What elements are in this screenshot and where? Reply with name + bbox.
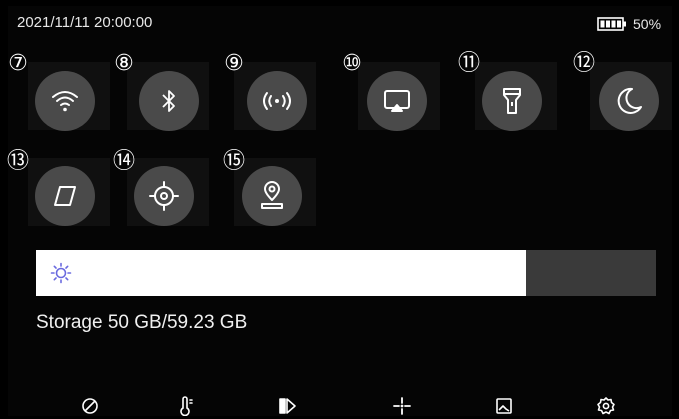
toggle-number-14: ⑭ [112, 149, 135, 174]
night-mode-toggle[interactable] [599, 71, 659, 131]
disable-icon[interactable] [80, 396, 100, 416]
toggle-number-10: ⑩ [342, 51, 362, 76]
toggle-number-13: ⑬ [6, 149, 29, 174]
screen-cast-icon [384, 90, 410, 112]
image-icon[interactable] [494, 396, 514, 416]
flashlight-icon [503, 88, 521, 114]
toggle-number-7: ⑦ [8, 51, 28, 76]
flashlight-toggle[interactable] [482, 71, 542, 131]
palette-icon[interactable] [278, 396, 298, 416]
battery-percent: 50% [633, 16, 662, 32]
toggle-number-15: ⑮ [222, 149, 245, 174]
crosshair-icon[interactable] [392, 396, 412, 416]
wifi-toggle[interactable] [35, 71, 95, 131]
datetime-label: 2021/11/11 20:00:00 [17, 14, 153, 31]
sun-icon [50, 262, 72, 284]
bluetooth-toggle[interactable] [139, 71, 199, 131]
gear-icon[interactable] [596, 396, 616, 416]
target-toggle[interactable] [134, 166, 194, 226]
storage-label: Storage 50 GB/59.23 GB [36, 312, 248, 333]
hotspot-icon [263, 92, 291, 110]
hotspot-toggle[interactable] [247, 71, 307, 131]
location-toggle[interactable] [242, 166, 302, 226]
toggle-number-9: ⑨ [224, 51, 244, 76]
wifi-icon [52, 91, 78, 112]
moon-icon [617, 87, 642, 114]
brightness-slider[interactable] [36, 250, 656, 296]
compass-icon [54, 186, 76, 206]
brightness-slider-fill[interactable] [36, 250, 526, 296]
battery-icon [597, 17, 627, 31]
toggle-number-12: ⑫ [572, 51, 595, 76]
compass-toggle[interactable] [35, 166, 95, 226]
bluetooth-icon [162, 90, 175, 112]
toggle-number-11: ⑪ [457, 51, 480, 76]
toggle-number-8: ⑧ [114, 51, 134, 76]
thermometer-icon[interactable] [176, 396, 196, 416]
location-pin-icon [261, 181, 283, 209]
target-icon [149, 181, 179, 211]
screen-cast-toggle[interactable] [367, 71, 427, 131]
